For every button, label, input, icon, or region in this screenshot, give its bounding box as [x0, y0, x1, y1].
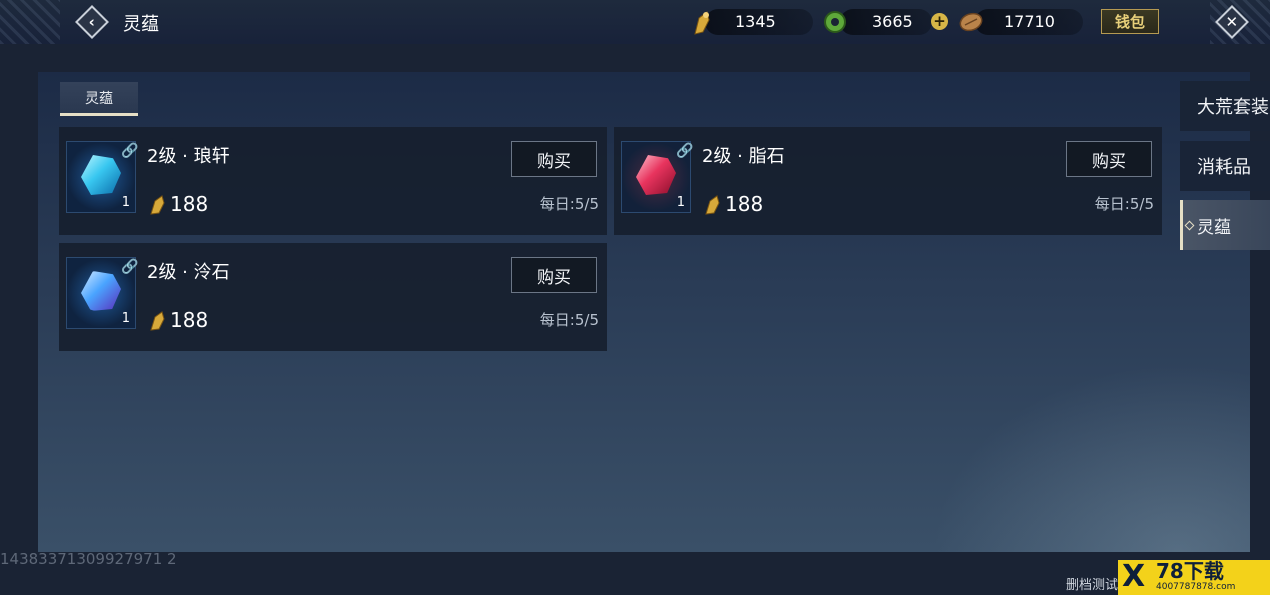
site-watermark: X 78下载 4007787878.com: [1118, 560, 1270, 595]
item-name: 2级 · 脂石: [702, 146, 785, 167]
tab-lingyun[interactable]: 灵蕴: [60, 82, 138, 116]
buy-button[interactable]: 购买: [511, 141, 597, 177]
user-id: 14383371309927971 2: [0, 550, 177, 568]
watermark-url: 4007787878.com: [1156, 582, 1236, 592]
currency-value: 3665: [872, 12, 913, 31]
currency-value: 1345: [735, 12, 776, 31]
bound-link-icon: 🔗: [121, 259, 139, 275]
item-count: 1: [121, 311, 130, 326]
item-count: 1: [121, 195, 130, 210]
jade-coin-icon: [822, 7, 848, 37]
buy-button[interactable]: 购买: [511, 257, 597, 293]
shop-item-card: 1 🔗 2级 · 脂石 188 购买 每日:5/5: [614, 127, 1162, 235]
close-icon: ✕: [1215, 5, 1249, 39]
cyan-gem-icon: [81, 155, 121, 195]
close-button[interactable]: ✕: [1214, 4, 1250, 40]
bound-link-icon: 🔗: [676, 143, 694, 159]
item-name: 2级 · 泠石: [147, 262, 230, 283]
item-price: 188: [725, 192, 764, 216]
bound-link-icon: 🔗: [121, 143, 139, 159]
copper-token-icon: [958, 7, 984, 37]
item-price: 188: [170, 308, 209, 332]
daily-limit: 每日:5/5: [1094, 195, 1154, 213]
gold-bell-icon: [688, 7, 714, 37]
add-currency-button[interactable]: +: [931, 13, 948, 30]
buy-button[interactable]: 购买: [1066, 141, 1152, 177]
sidebar-item-lingyun[interactable]: 灵蕴: [1180, 200, 1270, 250]
red-gem-icon: [636, 155, 676, 195]
test-notice: 删档测试: [1066, 578, 1119, 593]
gold-bell-icon: [705, 195, 720, 215]
watermark-text: 78下载: [1156, 559, 1224, 583]
gold-bell-icon: [150, 311, 165, 331]
shop-item-card: 1 🔗 2级 · 泠石 188 购买 每日:5/5: [59, 243, 607, 351]
corner-pattern: [0, 0, 60, 44]
gold-bell-icon: [150, 195, 165, 215]
shop-item-card: 1 🔗 2级 · 琅轩 188 购买 每日:5/5: [59, 127, 607, 235]
item-name: 2级 · 琅轩: [147, 146, 230, 167]
daily-limit: 每日:5/5: [539, 195, 599, 213]
blue-gem-icon: [81, 271, 121, 311]
page-title: 灵蕴: [123, 14, 159, 35]
back-button[interactable]: ‹: [74, 4, 110, 40]
wallet-button[interactable]: 钱包: [1101, 9, 1159, 34]
sidebar-item-dahuang-set[interactable]: 大荒套装: [1180, 81, 1270, 131]
daily-limit: 每日:5/5: [539, 311, 599, 329]
back-arrow-icon: ‹: [75, 5, 109, 39]
item-price: 188: [170, 192, 209, 216]
sidebar-item-consumables[interactable]: 消耗品: [1180, 141, 1270, 191]
watermark-mark: X: [1122, 559, 1146, 594]
item-count: 1: [676, 195, 685, 210]
currency-value: 17710: [1004, 12, 1055, 31]
panel-decoration: [890, 332, 1250, 552]
